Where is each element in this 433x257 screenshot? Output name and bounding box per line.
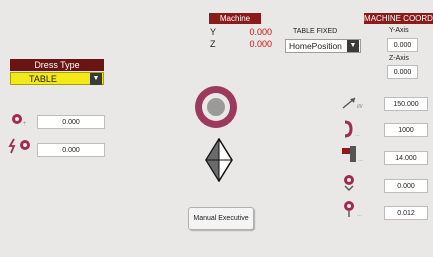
table-fixed-label: TABLE FIXED [293,28,338,35]
svg-text:////: //// [357,104,363,110]
manual-executive-button[interactable]: Manual Executive [188,207,254,230]
machine-y-label: Y [210,27,217,37]
dress-depth-icon [341,174,373,192]
dropdown-arrow-icon: ▼ [347,40,359,52]
dress-offset-icon [8,138,36,154]
dresser-tool-field[interactable]: 14.000 [384,151,428,165]
svg-text:+: + [23,121,27,126]
y-axis-field: 0.000 [387,38,418,52]
dresser-tool-icon: … [340,144,372,164]
machine-z-value: 0.000 [249,39,272,49]
dress-depth-field[interactable]: 0.000 [384,179,428,193]
feed-rate-icon: //// [341,96,373,110]
wheel-speed-field[interactable]: 1000 [384,123,428,137]
dress-amount-icon: … [341,200,373,218]
grinding-wheel-icon [193,84,239,135]
svg-text:…: … [357,212,362,218]
home-position-dropdown[interactable]: HomePosition ▼ [285,39,361,53]
svg-text:…: … [355,132,360,138]
diamond-dresser-icon [204,137,234,187]
home-position-value: HomePosition [289,40,342,51]
wheel-speed-icon: … [341,120,373,138]
dress-type-header: Dress Type [10,59,104,71]
left-field-2[interactable]: 0.000 [37,143,105,157]
dropdown-arrow-icon: ▼ [90,72,102,85]
svg-text:…: … [358,157,363,163]
dress-position-icon: + [11,112,35,126]
feed-rate-field[interactable]: 150.000 [384,97,428,111]
dress-type-dropdown[interactable]: TABLE ▼ [10,72,104,85]
machine-y-value: 0.000 [249,27,272,37]
z-axis-field: 0.000 [387,65,418,79]
left-field-1[interactable]: 0.000 [37,115,105,129]
y-axis-label: Y-Axis [389,27,409,34]
machine-coord-header: MACHINE COORD [364,13,433,24]
machine-z-label: Z [210,39,216,49]
z-axis-label: Z-Axis [389,55,409,62]
dress-type-value: TABLE [29,73,57,84]
dress-amount-field[interactable]: 0.012 [384,206,428,220]
machine-header: Machine [209,13,261,24]
